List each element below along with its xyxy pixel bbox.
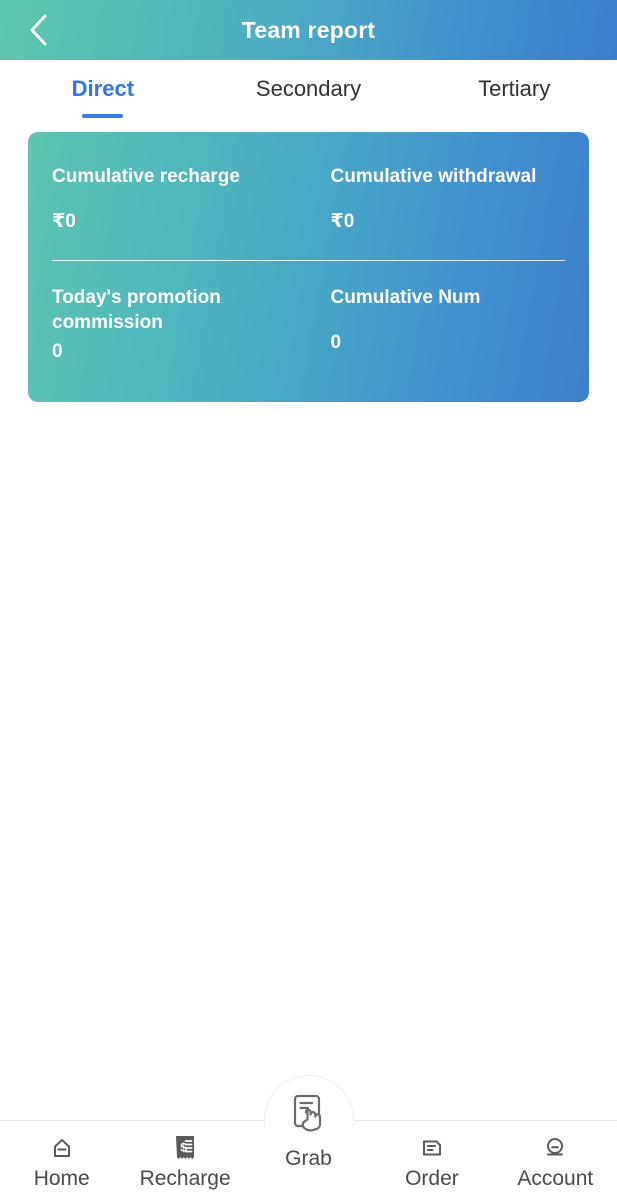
stat-row-top: Cumulative recharge ₹0 Cumulative withdr…: [52, 164, 565, 234]
tab-direct[interactable]: Direct: [0, 60, 206, 118]
nav-item-home-label: Home: [34, 1166, 90, 1192]
nav-item-recharge[interactable]: $ Recharge: [123, 1120, 246, 1192]
nav-item-account-label: Account: [517, 1166, 593, 1192]
nav-item-home[interactable]: Home: [0, 1120, 123, 1192]
stat-value: 0: [331, 332, 566, 355]
tab-secondary-label: Secondary: [256, 76, 361, 102]
nav-item-order-label: Order: [405, 1166, 459, 1192]
page-title: Team report: [242, 19, 375, 42]
home-icon: [47, 1133, 77, 1163]
nav-item-order[interactable]: Order: [370, 1120, 493, 1192]
stat-cumulative-num: Cumulative Num 0: [309, 285, 566, 364]
stat-label: Cumulative recharge: [52, 164, 301, 189]
stat-label: Cumulative Num: [331, 285, 566, 310]
tab-direct-label: Direct: [72, 76, 134, 102]
stat-label: Today's promotion commission: [52, 285, 301, 335]
nav-item-account[interactable]: Account: [494, 1120, 617, 1192]
document-lines-icon: [417, 1133, 447, 1163]
stat-cumulative-withdrawal: Cumulative withdrawal ₹0: [309, 164, 566, 234]
stat-row-bottom: Today's promotion commission 0 Cumulativ…: [52, 285, 565, 364]
card-divider: [52, 260, 565, 261]
receipt-dollar-icon: $: [170, 1133, 200, 1163]
team-summary-card: Cumulative recharge ₹0 Cumulative withdr…: [28, 132, 589, 402]
stat-card-container: Cumulative recharge ₹0 Cumulative withdr…: [0, 132, 617, 402]
user-circle-icon: [540, 1133, 570, 1163]
chevron-left-icon: [27, 13, 49, 47]
stat-value: ₹0: [331, 211, 566, 234]
stat-label: Cumulative withdrawal: [331, 164, 566, 189]
tab-tertiary[interactable]: Tertiary: [411, 60, 617, 102]
app-header: Team report: [0, 0, 617, 60]
nav-item-recharge-label: Recharge: [140, 1166, 231, 1192]
tab-tertiary-label: Tertiary: [478, 76, 550, 102]
back-button[interactable]: [14, 0, 62, 60]
document-hand-tap-icon: [283, 1084, 335, 1140]
stat-value: 0: [52, 341, 301, 364]
stat-cumulative-recharge: Cumulative recharge ₹0: [52, 164, 309, 234]
nav-item-grab[interactable]: Grab: [247, 1084, 370, 1172]
report-tabs: Direct Secondary Tertiary: [0, 60, 617, 132]
tab-active-indicator: [82, 114, 123, 118]
nav-item-grab-label: Grab: [285, 1146, 332, 1172]
stat-value: ₹0: [52, 211, 301, 234]
stat-todays-promotion-commission: Today's promotion commission 0: [52, 285, 309, 364]
tab-secondary[interactable]: Secondary: [206, 60, 412, 102]
bottom-navigation: Home $ Recharge Grab: [0, 1120, 617, 1196]
